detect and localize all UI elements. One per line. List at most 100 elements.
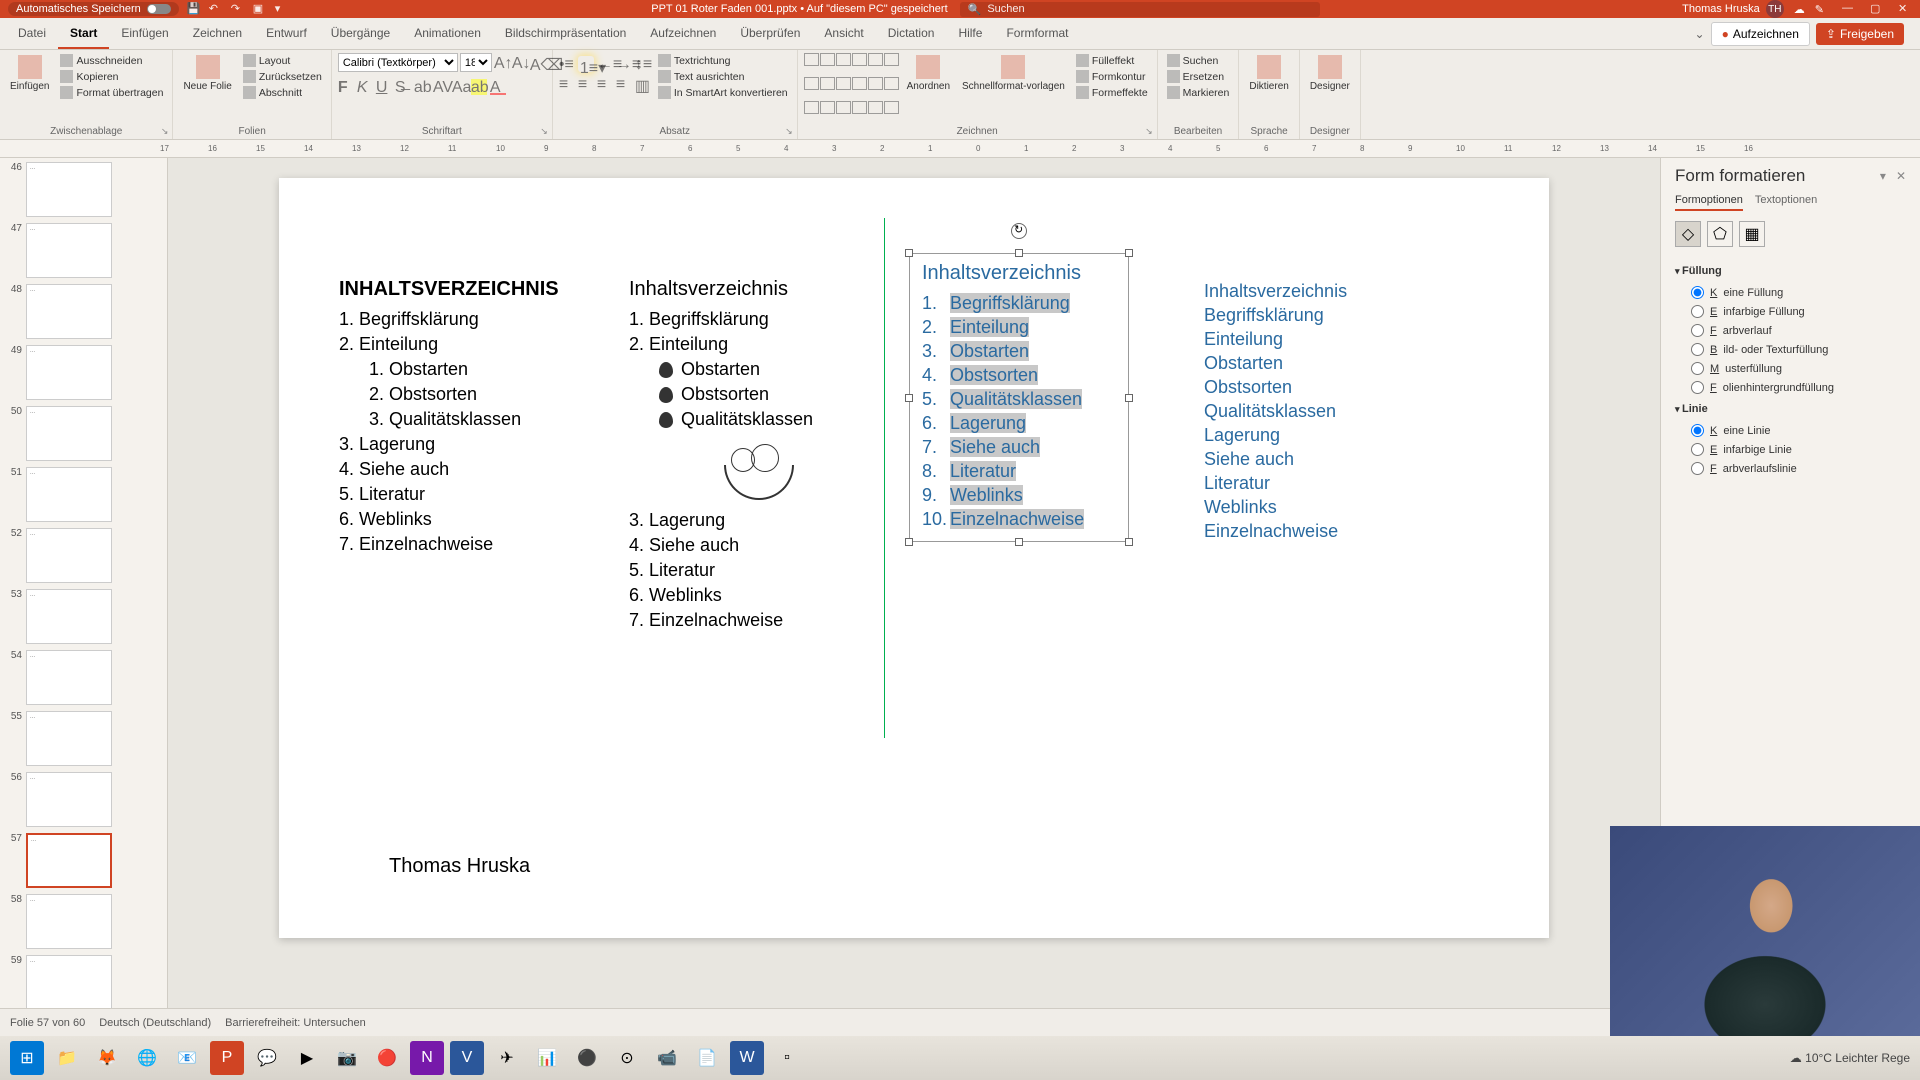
resize-handle[interactable] [905, 249, 913, 257]
outlook-icon[interactable]: 📧 [170, 1041, 204, 1075]
bullets-icon[interactable]: •≡ [559, 56, 575, 72]
shape-outline-button[interactable]: Formkontur [1073, 69, 1151, 84]
maximize-icon[interactable]: ▢ [1870, 2, 1884, 16]
launcher-icon[interactable]: ↘ [1145, 126, 1153, 137]
zoom-icon[interactable]: 📹 [650, 1041, 684, 1075]
font-size-select[interactable]: 18 [460, 53, 492, 72]
resize-handle[interactable] [1125, 394, 1133, 402]
font-name-select[interactable]: Calibri (Textkörper) [338, 53, 458, 72]
app-icon[interactable]: 🔴 [370, 1041, 404, 1075]
copy-button[interactable]: Kopieren [57, 69, 166, 84]
size-icon[interactable]: ▦ [1739, 221, 1765, 247]
onenote-icon[interactable]: N [410, 1041, 444, 1075]
resize-handle[interactable] [1015, 538, 1023, 546]
thumbnail-50[interactable]: ··· [26, 406, 112, 461]
slide-thumbnails[interactable]: 46···47···48···49···50···51···52···53···… [0, 158, 150, 1008]
toc-box-3-selected[interactable]: Inhaltsverzeichnis 1.Begriffsklärung2.Ei… [909, 253, 1129, 542]
paste-button[interactable]: Einfügen [6, 53, 53, 124]
shape-fill-button[interactable]: Fülleffekt [1073, 53, 1151, 68]
chrome-icon[interactable]: 🌐 [130, 1041, 164, 1075]
thumbnail-51[interactable]: ··· [26, 467, 112, 522]
indent-dec-icon[interactable]: ←≡ [597, 56, 613, 72]
accessibility-status[interactable]: Barrierefreiheit: Untersuchen [225, 1017, 366, 1029]
slide-canvas[interactable]: INHALTSVERZEICHNIS BegriffsklärungEintei… [150, 158, 1660, 1008]
app-icon[interactable]: 📷 [330, 1041, 364, 1075]
tab-aufzeichnen[interactable]: Aufzeichnen [638, 19, 728, 49]
search-input[interactable] [987, 3, 1311, 15]
start-icon[interactable]: ⊞ [10, 1041, 44, 1075]
obs-icon[interactable]: ⚫ [570, 1041, 604, 1075]
more-icon[interactable]: ▾ [275, 2, 289, 16]
tab-datei[interactable]: Datei [6, 19, 58, 49]
thumbnail-47[interactable]: ··· [26, 223, 112, 278]
line-option[interactable]: Keine Linie [1675, 421, 1906, 440]
italic-icon[interactable]: K [357, 79, 373, 95]
text-direction-button[interactable]: Textrichtung [655, 53, 791, 68]
fill-option[interactable]: Musterfüllung [1675, 359, 1906, 378]
toc-box-1[interactable]: INHALTSVERZEICHNIS BegriffsklärungEintei… [339, 278, 619, 559]
dictate-button[interactable]: Diktieren [1245, 53, 1292, 124]
tab-übergänge[interactable]: Übergänge [319, 19, 402, 49]
fill-option[interactable]: Folienhintergrundfüllung [1675, 378, 1906, 397]
weather-widget[interactable]: ☁ 10°C Leichter Rege [1790, 1051, 1910, 1065]
grow-font-icon[interactable]: A↑ [494, 55, 510, 71]
tab-überprüfen[interactable]: Überprüfen [728, 19, 812, 49]
app-icon[interactable]: 💬 [250, 1041, 284, 1075]
toc-box-4[interactable]: Inhaltsverzeichnis BegriffsklärungEintei… [1204, 278, 1404, 545]
tab-shape-options[interactable]: Formoptionen [1675, 194, 1743, 211]
search-box[interactable]: 🔍 [960, 2, 1320, 17]
launcher-icon[interactable]: ↘ [540, 126, 548, 137]
draw-icon[interactable]: ✎ [1815, 3, 1824, 16]
collapse-ribbon-icon[interactable]: ⌄ [1695, 27, 1705, 41]
effects-icon[interactable]: ⬠ [1707, 221, 1733, 247]
app-icon[interactable]: 📄 [690, 1041, 724, 1075]
record-button[interactable]: ●Aufzeichnen [1711, 22, 1810, 46]
share-button[interactable]: ⇪Freigeben [1816, 23, 1904, 45]
section-line[interactable]: Linie [1675, 397, 1906, 421]
launcher-icon[interactable]: ↘ [785, 126, 793, 137]
fill-option[interactable]: Farbverlauf [1675, 321, 1906, 340]
launcher-icon[interactable]: ↘ [161, 126, 169, 137]
tab-ansicht[interactable]: Ansicht [812, 19, 875, 49]
slide-counter[interactable]: Folie 57 von 60 [10, 1017, 85, 1029]
strike-icon[interactable]: S̶ [395, 79, 411, 95]
rotate-handle[interactable] [1011, 223, 1027, 239]
columns-icon[interactable]: ▥ [635, 76, 651, 92]
close-icon[interactable]: ✕ [1898, 2, 1912, 16]
tab-entwurf[interactable]: Entwurf [254, 19, 319, 49]
arrange-button[interactable]: Anordnen [903, 53, 954, 124]
justify-icon[interactable]: ≡ [616, 76, 632, 92]
word-icon[interactable]: W [730, 1041, 764, 1075]
cut-button[interactable]: Ausschneiden [57, 53, 166, 68]
highlight-icon[interactable]: ab [471, 79, 487, 95]
powerpoint-icon[interactable]: P [210, 1041, 244, 1075]
find-button[interactable]: Suchen [1164, 53, 1233, 68]
undo-icon[interactable]: ↶ [209, 2, 223, 16]
fill-option[interactable]: Bild- oder Texturfüllung [1675, 340, 1906, 359]
align-text-button[interactable]: Text ausrichten [655, 69, 791, 84]
tab-zeichnen[interactable]: Zeichnen [181, 19, 254, 49]
toc-box-2[interactable]: Inhaltsverzeichnis BegriffsklärungEintei… [629, 278, 889, 635]
app-icon[interactable]: ▫ [770, 1041, 804, 1075]
resize-handle[interactable] [905, 394, 913, 402]
resize-handle[interactable] [905, 538, 913, 546]
spacing-icon[interactable]: AV [433, 79, 449, 95]
align-left-icon[interactable]: ≡ [559, 76, 575, 92]
shrink-font-icon[interactable]: A↓ [512, 55, 528, 71]
firefox-icon[interactable]: 🦊 [90, 1041, 124, 1075]
shape-gallery[interactable] [804, 53, 899, 124]
section-button[interactable]: Abschnitt [240, 85, 325, 100]
tab-hilfe[interactable]: Hilfe [946, 19, 994, 49]
language-status[interactable]: Deutsch (Deutschland) [99, 1017, 211, 1029]
minimize-icon[interactable]: — [1842, 2, 1856, 16]
resize-handle[interactable] [1125, 249, 1133, 257]
user-badge[interactable]: Thomas Hruska TH [1682, 0, 1784, 18]
thumbnail-58[interactable]: ··· [26, 894, 112, 949]
visio-icon[interactable]: V [450, 1041, 484, 1075]
numbering-icon[interactable]: 1≡▾ [578, 56, 594, 72]
align-center-icon[interactable]: ≡ [578, 76, 594, 92]
thumbnail-56[interactable]: ··· [26, 772, 112, 827]
explorer-icon[interactable]: 📁 [50, 1041, 84, 1075]
smartart-button[interactable]: In SmartArt konvertieren [655, 85, 791, 100]
reset-button[interactable]: Zurücksetzen [240, 69, 325, 84]
